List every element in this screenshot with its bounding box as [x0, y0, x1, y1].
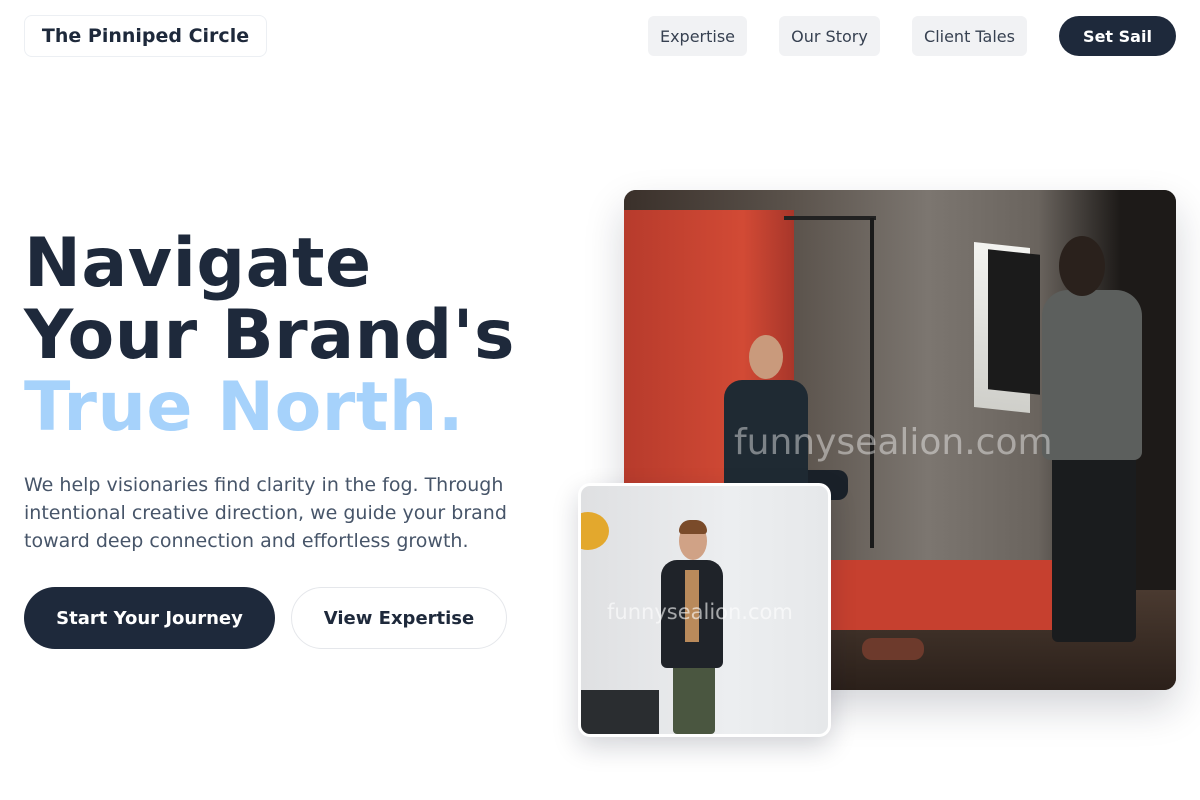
- set-sail-button[interactable]: Set Sail: [1059, 16, 1176, 56]
- hero-title-accent: True North.: [24, 368, 465, 447]
- hero-title: Navigate Your Brand's True North.: [24, 228, 584, 444]
- hero-title-line-2: Your Brand's: [24, 296, 515, 375]
- brand-logo[interactable]: The Pinniped Circle: [24, 15, 267, 57]
- hero-description: We help visionaries find clarity in the …: [24, 474, 507, 552]
- nav-link-expertise[interactable]: Expertise: [648, 16, 747, 56]
- nav-link-client-tales[interactable]: Client Tales: [912, 16, 1027, 56]
- view-expertise-button[interactable]: View Expertise: [291, 587, 507, 649]
- nav-link-our-story[interactable]: Our Story: [779, 16, 880, 56]
- portrait-photo: funnysealion.com: [578, 483, 831, 737]
- hero-title-line-1: Navigate: [24, 224, 372, 303]
- top-nav: The Pinniped Circle Expertise Our Story …: [0, 0, 1200, 72]
- start-journey-button[interactable]: Start Your Journey: [24, 587, 275, 649]
